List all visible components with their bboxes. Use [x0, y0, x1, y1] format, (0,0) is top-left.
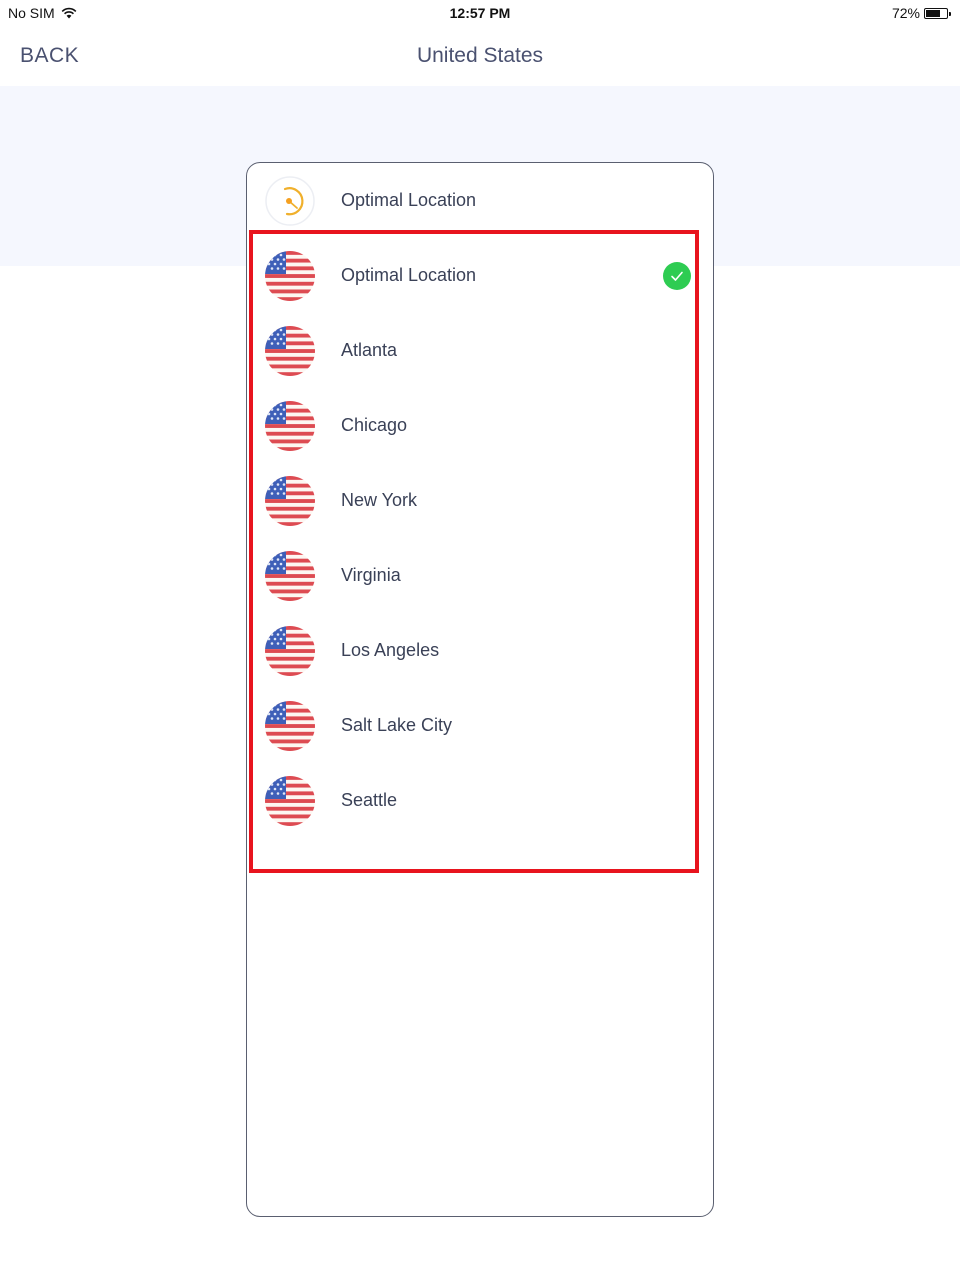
location-row-chicago[interactable]: Chicago — [265, 388, 695, 463]
location-label: Chicago — [341, 415, 408, 435]
location-label: Salt Lake City — [341, 715, 453, 735]
location-list-card: Optimal Location Optimal Location Atlant… — [246, 162, 714, 1217]
us-flag-icon — [265, 775, 315, 826]
location-row-new-york[interactable]: New York — [265, 463, 695, 538]
location-row-los-angeles[interactable]: Los Angeles — [265, 613, 695, 688]
battery-fill — [926, 9, 941, 17]
battery-percent: 72% — [891, 5, 920, 21]
optimal-location-header-label: Optimal Location — [341, 190, 477, 210]
location-row-virginia[interactable]: Virginia — [265, 538, 695, 613]
selected-checkmark-icon — [663, 261, 691, 290]
us-flag-icon — [265, 250, 315, 301]
clock: 12:57 PM — [449, 5, 511, 21]
battery-icon — [924, 7, 951, 19]
location-label: New York — [341, 490, 418, 510]
location-row-seattle[interactable]: Seattle — [265, 763, 695, 838]
location-label: Los Angeles — [341, 640, 440, 660]
speedometer-icon — [265, 175, 315, 226]
us-flag-icon — [265, 475, 315, 526]
location-row-salt-lake-city[interactable]: Salt Lake City — [265, 688, 695, 763]
navigation-bar: BACK United States — [0, 26, 960, 86]
us-flag-icon — [265, 625, 315, 676]
status-bar: No SIM 12:57 PM 72% — [0, 0, 960, 26]
location-label: Optimal Location — [341, 265, 477, 285]
location-row-optimal-location[interactable]: Optimal Location — [265, 238, 695, 313]
us-flag-icon — [265, 400, 315, 451]
location-row-atlanta[interactable]: Atlanta — [265, 313, 695, 388]
us-flag-icon — [265, 700, 315, 751]
optimal-location-header-row[interactable]: Optimal Location — [265, 163, 695, 238]
location-label: Virginia — [341, 565, 401, 585]
page-title: United States — [416, 44, 544, 67]
us-flag-icon — [265, 550, 315, 601]
location-label: Seattle — [341, 790, 398, 810]
location-label: Atlanta — [341, 340, 398, 360]
us-flag-icon — [265, 325, 315, 376]
